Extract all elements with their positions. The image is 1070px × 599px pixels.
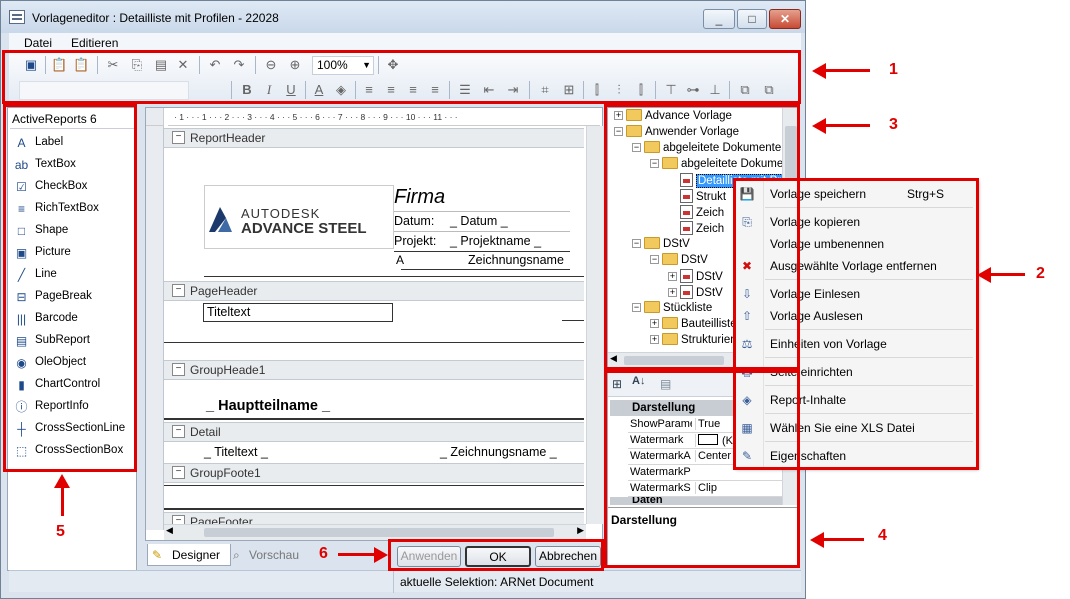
pencil-icon: ✎ xyxy=(152,548,163,562)
band-group-header[interactable]: GroupHeade1 xyxy=(164,360,584,380)
logo-line1: AUTODESK xyxy=(241,206,321,221)
magnifier-icon: ⌕ xyxy=(233,548,240,562)
annotation-box-1 xyxy=(2,50,801,104)
annotation-number-2: 2 xyxy=(1036,265,1045,282)
band-detail[interactable]: Detail xyxy=(164,422,584,442)
tab-vorschau[interactable]: ⌕ Vorschau xyxy=(231,544,301,566)
status-text: aktuelle Selektion: ARNet Document xyxy=(400,575,594,589)
annotation-number-5: 5 xyxy=(56,523,65,540)
tab-designer[interactable]: ✎ Designer xyxy=(147,544,231,566)
tab-designer-label: Designer xyxy=(172,548,221,562)
tab-vorschau-label: Vorschau xyxy=(249,548,300,562)
report-designer[interactable]: · 1 · · · 1 · · · 2 · · · 3 · · · 4 · · … xyxy=(145,107,603,541)
menu-datei[interactable]: Datei xyxy=(24,36,52,50)
hauptteilname-field[interactable]: _ Hauptteilname _ xyxy=(206,398,330,414)
autodesk-logo-icon xyxy=(209,207,232,232)
designer-vertical-scrollbar[interactable] xyxy=(586,126,603,524)
projekt-field[interactable]: _ Projektname _ xyxy=(450,234,541,248)
minimize-button[interactable]: _ xyxy=(703,9,735,29)
logo-box[interactable]: AUTODESK ADVANCE STEEL xyxy=(204,185,394,249)
annotation-number-3: 3 xyxy=(889,116,898,133)
detail-zeichnungsname-field[interactable]: _ Zeichnungsname _ xyxy=(440,445,557,459)
projekt-label[interactable]: Projekt: xyxy=(394,234,436,248)
annotation-box-6 xyxy=(388,539,604,571)
annotation-box-5 xyxy=(3,104,137,472)
status-bar: aktuelle Selektion: ARNet Document xyxy=(9,570,801,593)
annotation-number-6: 6 xyxy=(319,545,328,562)
annotation-number-1: 1 xyxy=(889,61,898,78)
annotation-number-4: 4 xyxy=(878,527,887,544)
band-group-footer[interactable]: GroupFoote1 xyxy=(164,463,584,483)
window-title: Vorlageneditor : Detailliste mit Profile… xyxy=(32,11,279,25)
detail-titeltext-field[interactable]: _ Titeltext _ xyxy=(204,445,268,459)
vertical-ruler xyxy=(146,126,164,530)
annotation-box-3 xyxy=(604,104,800,370)
datum-field[interactable]: _ Datum _ xyxy=(450,214,508,228)
title-bar[interactable]: Vorlageneditor : Detailliste mit Profile… xyxy=(1,1,805,33)
logo-line2: ADVANCE STEEL xyxy=(241,220,367,237)
zeichnungsname-field[interactable]: Zeichnungsname xyxy=(468,253,564,267)
app-icon xyxy=(9,10,25,24)
maximize-button[interactable]: □ xyxy=(737,9,767,29)
designer-horizontal-scrollbar[interactable]: ◀ ▶ xyxy=(164,524,586,540)
horizontal-ruler: · 1 · · · 1 · · · 2 · · · 3 · · · 4 · · … xyxy=(168,108,600,126)
band-report-header[interactable]: ReportHeader xyxy=(164,128,584,148)
company-name[interactable]: Firma xyxy=(394,186,445,209)
titeltext-field[interactable]: Titeltext xyxy=(203,303,393,322)
annotation-box-4 xyxy=(604,370,800,568)
menu-editieren[interactable]: Editieren xyxy=(71,36,118,50)
datum-label[interactable]: Datum: xyxy=(394,214,434,228)
band-page-header[interactable]: PageHeader xyxy=(164,281,584,301)
a-label[interactable]: A xyxy=(396,253,404,267)
close-button[interactable]: ✕ xyxy=(769,9,801,29)
